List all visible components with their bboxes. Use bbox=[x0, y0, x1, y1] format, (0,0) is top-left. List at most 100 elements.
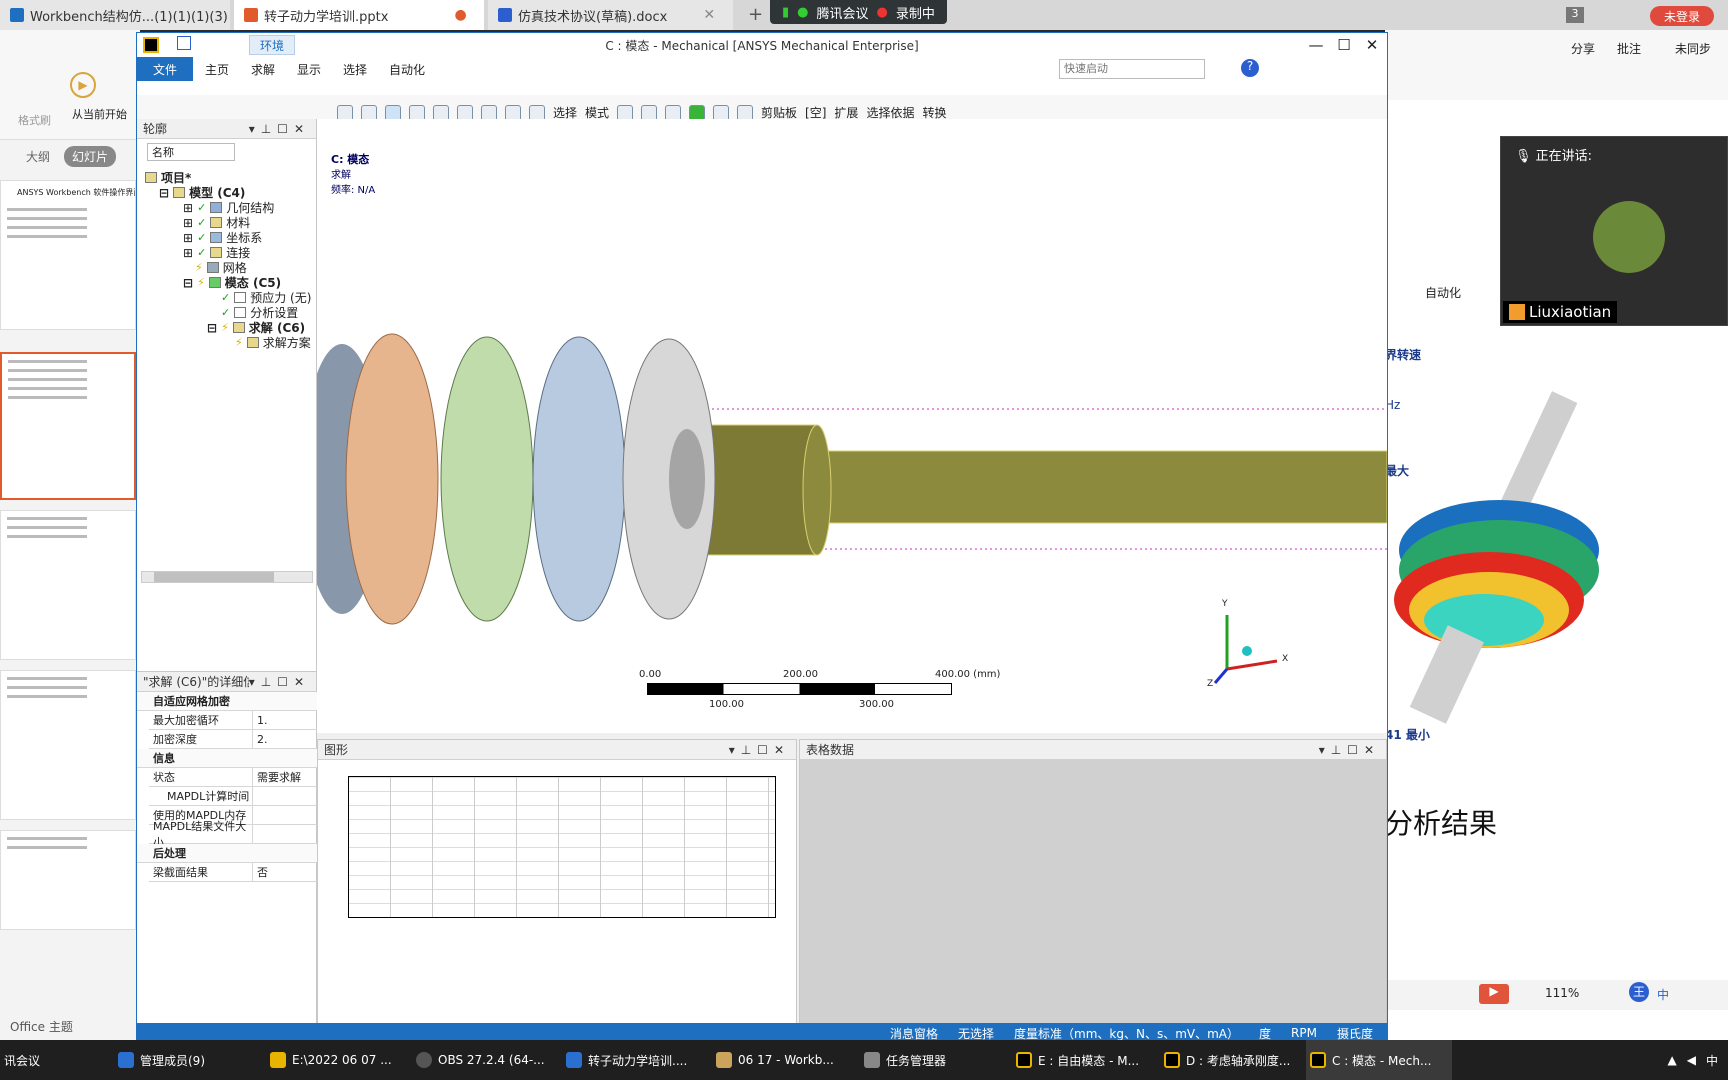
outline-scrollbar[interactable] bbox=[141, 571, 313, 583]
taskbar-item[interactable]: E:\2022 06 07 ... bbox=[266, 1040, 412, 1080]
panel-controls[interactable]: ▾⊥☐✕ bbox=[249, 675, 310, 689]
network-icon[interactable]: ▲ bbox=[1668, 1053, 1677, 1067]
close-icon[interactable]: ✕ bbox=[703, 7, 715, 23]
share-button[interactable]: 分享 bbox=[1571, 40, 1595, 57]
graphics-viewport[interactable]: C: 模态 求解 频率: N/A 0.00 200.00 400.00 (mm)… bbox=[317, 119, 1387, 733]
play-icon[interactable]: ▶ bbox=[70, 72, 96, 98]
slide-thumbnail[interactable] bbox=[0, 670, 136, 820]
taskbar-item[interactable]: 06 17 - Workb... bbox=[712, 1040, 858, 1080]
meeting-status-pill[interactable]: ▮ ● 腾讯会议 ● 录制中 bbox=[770, 0, 947, 24]
outline-filter-select[interactable]: 名称 bbox=[147, 143, 235, 161]
volume-icon[interactable]: ◀ bbox=[1687, 1053, 1696, 1067]
details-row[interactable]: 最大加密循环 1. bbox=[149, 711, 317, 730]
panel-controls[interactable]: ▾⊥☐✕ bbox=[1319, 743, 1380, 757]
taskbar-item[interactable]: 任务管理器 bbox=[860, 1040, 1006, 1080]
maximize-button[interactable]: ☐ bbox=[1329, 35, 1359, 55]
taskbar-item[interactable]: 讯会议 bbox=[0, 1040, 110, 1080]
tab-home[interactable]: 主页 bbox=[195, 57, 239, 81]
ppt-ribbon-left: ▶ 从当前开始 格式刷 bbox=[0, 30, 140, 140]
start-from-current-button[interactable]: 从当前开始 bbox=[72, 106, 127, 122]
tab-outline[interactable]: 大纲 bbox=[26, 148, 50, 165]
folder-icon bbox=[270, 1052, 286, 1068]
browser-tab-bar: Workbench结构仿...(1)(1)(1)(3) 转子动力学培训.pptx… bbox=[0, 0, 1728, 30]
triad-axes[interactable] bbox=[1207, 599, 1297, 689]
angle-unit[interactable]: 度 bbox=[1259, 1025, 1271, 1042]
check-icon: ✓ bbox=[197, 216, 207, 229]
slide-thumbnail[interactable] bbox=[0, 510, 136, 660]
panel-controls[interactable]: ▾⊥☐✕ bbox=[249, 122, 310, 136]
graph-area[interactable] bbox=[348, 776, 776, 918]
shaft bbox=[736, 450, 1387, 524]
slide-thumbnail[interactable] bbox=[0, 830, 136, 930]
project-icon bbox=[145, 172, 157, 183]
play-slideshow-icon[interactable]: ▶ bbox=[1479, 984, 1509, 1004]
taskbar-item[interactable]: OBS 27.2.4 (64-... bbox=[412, 1040, 558, 1080]
tab-display[interactable]: 显示 bbox=[287, 57, 331, 81]
format-painter-button[interactable]: 格式刷 bbox=[18, 112, 51, 128]
details-group[interactable]: 信息 bbox=[137, 749, 317, 768]
axis-z-label: Z bbox=[1207, 679, 1214, 689]
tab-select[interactable]: 选择 bbox=[333, 57, 377, 81]
messages-pane-button[interactable]: 消息窗格 bbox=[890, 1025, 938, 1042]
login-button[interactable]: 未登录 bbox=[1650, 6, 1714, 26]
table-title: 表格数据 bbox=[806, 743, 855, 757]
system-tray: ▲ ◀ 中 bbox=[1460, 1040, 1728, 1080]
browser-tab-pptx[interactable]: 转子动力学培训.pptx ● bbox=[234, 0, 484, 30]
comments-button[interactable]: 批注 bbox=[1617, 40, 1641, 57]
taskbar-item[interactable]: D : 考虑轴承刚度... bbox=[1160, 1040, 1306, 1080]
tab-count-badge[interactable]: 3 bbox=[1566, 7, 1584, 23]
window-title: C : 模态 - Mechanical [ANSYS Mechanical En… bbox=[605, 38, 919, 53]
browser-tab-docx[interactable]: 仿真技术协议(草稿).docx ✕ bbox=[488, 0, 733, 30]
details-row[interactable]: 状态 需要求解 bbox=[149, 768, 317, 787]
tab-file[interactable]: 文件 bbox=[137, 57, 193, 81]
expand-icon[interactable]: ⊞ bbox=[183, 231, 193, 245]
temperature-unit[interactable]: 摄氏度 bbox=[1337, 1025, 1373, 1042]
tab-solve[interactable]: 求解 bbox=[241, 57, 285, 81]
graph-title: 图形 bbox=[324, 743, 349, 757]
taskbar-item[interactable]: C : 模态 - Mech... bbox=[1306, 1040, 1452, 1080]
slide-thumbnail[interactable] bbox=[0, 352, 136, 500]
details-row[interactable]: 加密深度 2. bbox=[149, 730, 317, 749]
ime-avatar[interactable]: 王 bbox=[1629, 982, 1649, 1002]
rotor-model bbox=[317, 333, 1387, 625]
slide-thumbnail[interactable]: ANSYS Workbench 软件操作界面 bbox=[0, 180, 136, 330]
document-icon bbox=[10, 8, 24, 22]
tree-solution-info[interactable]: ⚡ 求解方案 bbox=[235, 334, 311, 351]
minimize-button[interactable]: — bbox=[1301, 35, 1331, 55]
tab-automation[interactable]: 自动化 bbox=[379, 57, 435, 81]
expand-icon[interactable]: ⊞ bbox=[183, 246, 193, 260]
slide-text: 界转速 bbox=[1385, 348, 1422, 362]
close-button[interactable]: ✕ bbox=[1357, 35, 1387, 55]
collapse-icon[interactable]: ⊟ bbox=[159, 186, 169, 200]
taskbar-item[interactable]: 转子动力学培训.... bbox=[562, 1040, 708, 1080]
browser-tab-workbench[interactable]: Workbench结构仿...(1)(1)(1)(3) bbox=[0, 0, 230, 30]
panel-controls[interactable]: ▾⊥☐✕ bbox=[729, 743, 790, 757]
unit-system-button[interactable]: 度量标准（mm、kg、N、s、mV、mA） bbox=[1014, 1025, 1239, 1042]
new-tab-button[interactable]: + bbox=[748, 4, 763, 25]
expand-icon[interactable]: ⊞ bbox=[183, 216, 193, 230]
zoom-level[interactable]: 111% bbox=[1545, 986, 1579, 1000]
context-tab-environment[interactable]: 环境 bbox=[249, 35, 296, 55]
ime-indicator[interactable]: 中 bbox=[1657, 986, 1669, 1003]
expand-icon[interactable]: ⊞ bbox=[183, 201, 193, 215]
help-icon[interactable]: ? bbox=[1241, 59, 1259, 77]
sync-status[interactable]: 未同步 bbox=[1675, 40, 1711, 57]
ime-tray-indicator[interactable]: 中 bbox=[1706, 1052, 1718, 1069]
tab-slides[interactable]: 幻灯片 bbox=[64, 146, 117, 167]
details-group[interactable]: 自适应网格加密 bbox=[137, 692, 317, 711]
impeller-disc bbox=[345, 333, 439, 625]
taskbar-item[interactable]: 管理成员(9) bbox=[114, 1040, 264, 1080]
table-header: 表格数据 ▾⊥☐✕ bbox=[800, 740, 1386, 760]
check-icon: ✓ bbox=[221, 291, 231, 304]
scale-bar: 0.00 200.00 400.00 (mm) 100.00 300.00 bbox=[639, 669, 1001, 710]
save-icon[interactable] bbox=[177, 36, 191, 50]
details-row[interactable]: MAPDL结果文件大小 bbox=[149, 820, 317, 849]
quick-launch-input[interactable] bbox=[1059, 59, 1205, 79]
collapse-icon[interactable]: ⊟ bbox=[207, 321, 217, 335]
details-row[interactable]: 梁截面结果否 bbox=[149, 863, 317, 882]
collapse-icon[interactable]: ⊟ bbox=[183, 276, 193, 290]
details-group[interactable]: 后处理 bbox=[137, 844, 317, 863]
speed-unit[interactable]: RPM bbox=[1291, 1026, 1317, 1040]
details-row[interactable]: MAPDL计算时间 bbox=[149, 787, 317, 806]
taskbar-item[interactable]: E : 自由模态 - M... bbox=[1012, 1040, 1158, 1080]
